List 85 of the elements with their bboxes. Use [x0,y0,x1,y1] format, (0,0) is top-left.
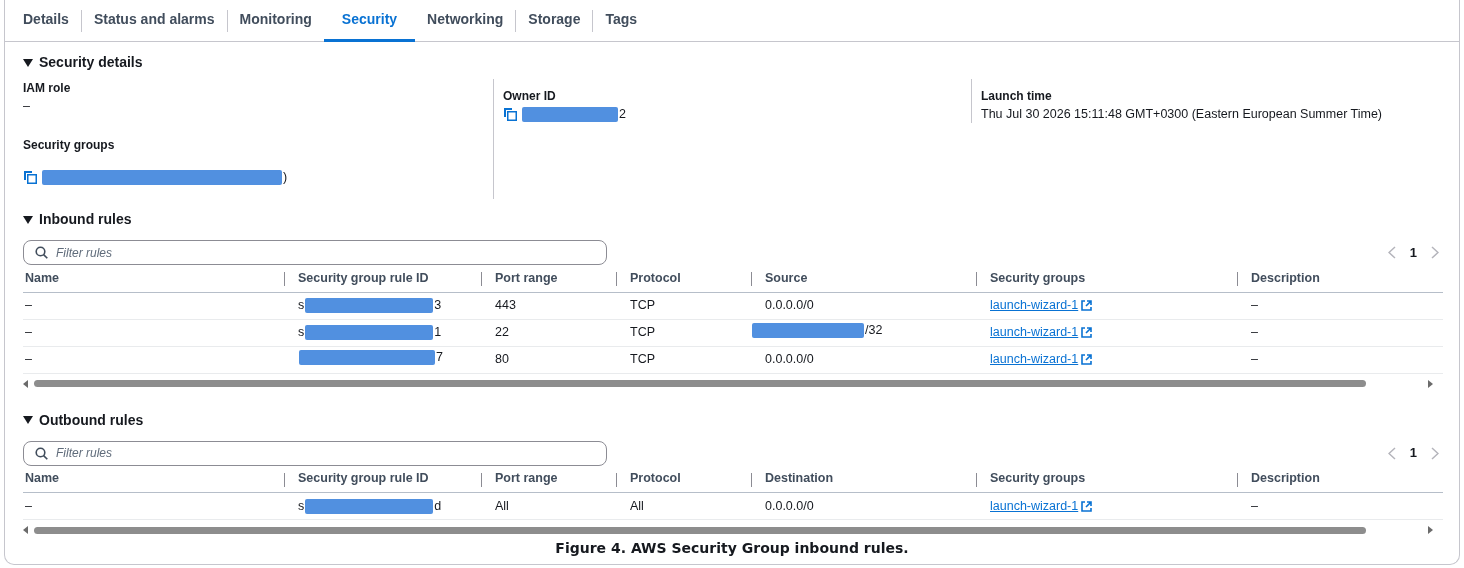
filter-field[interactable]: Filter rules [23,440,607,466]
collapse-caret-icon[interactable] [23,58,33,67]
section-title: Inbound rules [39,210,132,229]
column-header: Security group rule ID [284,265,481,292]
column-header: Security group rule ID [284,465,481,493]
table-cell: 0.0.0.0/0 [765,298,814,313]
tab[interactable]: Security [323,0,416,42]
field-label: Launch time [981,88,1053,105]
rule-id-fragment: 1 [434,324,442,342]
table-cell: TCP [616,319,751,346]
scroll-right-icon[interactable] [1428,526,1433,534]
tab[interactable]: Networking [427,0,504,42]
source-fragment: /32 [865,322,883,340]
field-value: Thu Jul 30 2026 15:11:48 GMT+0300 (Eastern European Summer Time) [981,106,1383,123]
column-header: Description [1237,465,1443,493]
column-header: Name [23,465,284,493]
table-cell: – [1237,292,1443,319]
section-title: Security details [39,53,143,72]
copy-icon[interactable] [23,170,37,185]
external-link-icon[interactable] [1081,300,1093,312]
security-group-link[interactable]: launch-wizard-1 [990,496,1079,516]
security-group-link[interactable]: launch-wizard-1 [990,323,1079,342]
copy-icon[interactable] [503,107,517,122]
table-cell: – [23,319,284,346]
field-value: – [23,98,31,115]
table-cell: All [616,492,751,520]
rule-id-fragment: d [434,497,442,515]
scrollbar-thumb[interactable] [34,380,1366,387]
table-cell: 80 [481,346,616,373]
column-header: Port range [481,265,616,292]
search-icon [35,446,48,460]
scroll-right-icon[interactable] [1428,379,1433,388]
rule-id-fragment: 3 [434,297,442,315]
external-link-icon[interactable] [1081,327,1093,339]
field-label: Owner ID [503,88,557,105]
table-cell: TCP [616,346,751,373]
column-header: Security groups [976,265,1237,292]
scroll-left-icon[interactable] [23,379,28,388]
tab[interactable]: Monitoring [239,0,312,42]
external-link-icon[interactable] [1081,354,1093,366]
page-number[interactable]: 1 [1409,242,1417,263]
field-label: IAM role [23,80,72,97]
column-header: Destination [751,465,976,493]
security-group-link[interactable]: launch-wizard-1 [990,296,1079,315]
tab[interactable]: Storage [528,0,581,42]
tab[interactable]: Tags [605,0,638,42]
column-header: Name [23,265,284,292]
column-header: Description [1237,265,1443,292]
scrollbar-thumb[interactable] [34,526,1366,534]
tab[interactable]: Status and alarms [93,0,215,42]
column-header: Source [751,265,976,292]
table-cell: – [23,292,284,319]
table-cell: All [481,492,616,520]
table-cell: – [23,346,284,373]
table-cell: TCP [616,292,751,319]
page-number[interactable]: 1 [1409,443,1417,463]
external-link-icon[interactable] [1081,500,1093,512]
security-group-link[interactable]: launch-wizard-1 [990,350,1079,369]
table-cell: – [1237,346,1443,373]
scroll-left-icon[interactable] [23,526,28,534]
rule-id-fragment: s [298,297,305,315]
table-cell: – [1237,319,1443,346]
table-cell: – [23,492,284,520]
rule-id-fragment: s [298,324,305,342]
tab[interactable]: Details [23,0,69,42]
table-cell: – [1237,492,1443,520]
table-cell: 443 [481,292,616,319]
column-header: Protocol [616,465,751,493]
table-cell: 0.0.0.0/0 [765,498,814,513]
column-header: Protocol [616,265,751,292]
table-cell: 22 [481,319,616,346]
section-title: Outbound rules [39,410,144,430]
column-header: Security groups [976,465,1237,493]
owner-id-fragment: 2 [619,106,626,123]
rule-id-fragment: s [298,497,305,515]
table-cell: 0.0.0.0/0 [765,352,814,367]
search-icon [35,246,48,259]
column-header: Port range [481,465,616,493]
security-group-id-fragment: ) [283,168,288,186]
rule-id-fragment: 7 [436,349,443,367]
filter-field[interactable]: Filter rules [23,240,607,265]
field-label: Security groups [23,136,116,154]
figure-caption: Figure 4. AWS Security Group inbound rules. [554,539,910,558]
collapse-caret-icon[interactable] [23,416,33,424]
collapse-caret-icon[interactable] [23,215,33,224]
